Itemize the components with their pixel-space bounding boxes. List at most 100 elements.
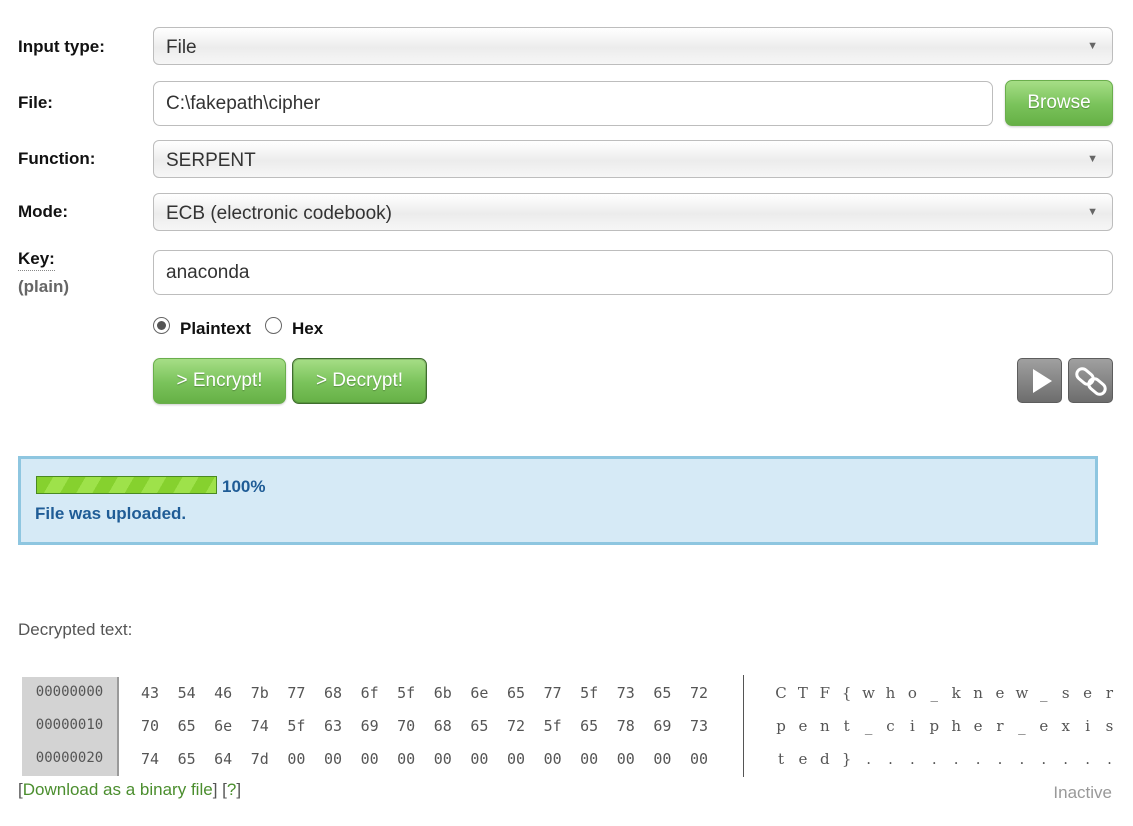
ascii-char: p — [929, 717, 940, 735]
hex-byte: 73 — [689, 717, 709, 735]
ascii-char: C — [775, 684, 787, 702]
decrypted-text-label: Decrypted text: — [18, 620, 133, 639]
dropdown-arrow-icon: ▼ — [1087, 40, 1098, 52]
plaintext-radio[interactable] — [153, 317, 170, 334]
mode-select[interactable]: ECB (electronic codebook) ▼ — [153, 193, 1113, 231]
hex-byte: 65 — [653, 684, 672, 702]
hex-byte: 00 — [360, 750, 379, 768]
ascii-char: { — [841, 684, 852, 702]
encrypt-button[interactable]: > Encrypt! — [153, 358, 286, 404]
hex-byte: 00 — [689, 750, 709, 768]
ascii-char: . — [997, 750, 1003, 768]
ascii-char: e — [798, 717, 808, 735]
hex-radio-label[interactable]: Hex — [292, 319, 323, 339]
ascii-char: s — [1105, 717, 1114, 735]
hex-byte: 72 — [689, 684, 709, 702]
hex-byte: 7d — [250, 750, 269, 768]
hex-byte: 00 — [287, 750, 306, 768]
ascii-char: e — [1083, 684, 1093, 702]
ascii-char: . — [1063, 750, 1069, 768]
hex-byte: 43 — [140, 684, 160, 702]
ascii-char: . — [888, 750, 893, 768]
upload-status-box: 100% File was uploaded. — [18, 456, 1098, 545]
ascii-char: n — [973, 684, 983, 702]
hex-byte: 6e — [470, 684, 489, 702]
hex-byte: 68 — [433, 717, 452, 735]
ascii-char: x — [1061, 717, 1070, 735]
hex-byte: 69 — [360, 717, 379, 735]
hex-byte: 00 — [653, 750, 672, 768]
hex-byte: 6b — [433, 684, 452, 702]
offset-cell: 00000020 — [35, 750, 104, 766]
mid-bracket: ] [ — [212, 780, 227, 799]
ascii-char: h — [885, 684, 896, 702]
ascii-char: . — [910, 750, 915, 768]
hex-byte: 77 — [543, 684, 562, 702]
ascii-char: . — [1085, 750, 1090, 768]
mode-label: Mode: — [18, 202, 69, 221]
browse-button[interactable]: Browse — [1005, 80, 1113, 126]
ascii-char: t — [777, 750, 785, 768]
hex-byte: 00 — [506, 750, 526, 768]
ascii-char: n — [819, 717, 830, 735]
hex-byte: 5f — [580, 684, 599, 702]
progress-fill — [37, 477, 216, 493]
ascii-char: . — [1019, 750, 1025, 768]
ascii-char: w — [862, 684, 876, 702]
ascii-char: h — [951, 717, 962, 735]
hex-byte: 68 — [323, 684, 343, 702]
ascii-char: c — [886, 717, 895, 735]
offset-cell: 00000000 — [35, 684, 104, 700]
offset-cell: 00000010 — [35, 717, 104, 733]
ascii-char: . — [975, 750, 981, 768]
hex-byte: 65 — [506, 684, 526, 702]
download-binary-link[interactable]: Download as a binary file — [23, 780, 213, 799]
ascii-char: e — [973, 717, 983, 735]
ascii-char: . — [866, 750, 871, 768]
ascii-char: p — [776, 717, 786, 735]
hex-byte: 5f — [543, 717, 562, 735]
plaintext-radio-label[interactable]: Plaintext — [180, 319, 251, 339]
decrypt-button[interactable]: > Decrypt! — [292, 358, 427, 404]
link-icon — [1075, 367, 1107, 396]
hex-byte: 69 — [653, 717, 672, 735]
hex-byte: 6e — [214, 717, 233, 735]
help-link[interactable]: ? — [227, 780, 236, 799]
ascii-char: e — [798, 750, 808, 768]
key-input[interactable]: anaconda — [153, 250, 1113, 295]
input-type-select[interactable]: File ▼ — [153, 27, 1113, 65]
hex-radio[interactable] — [265, 317, 282, 334]
download-line: [Download as a binary file] [?] — [18, 780, 241, 800]
file-label: File: — [18, 93, 53, 112]
ascii-char: _ — [864, 717, 873, 735]
ascii-char: i — [909, 717, 915, 735]
offset-column: 00000000 00000010 00000020 — [22, 677, 119, 776]
mode-value: ECB (electronic codebook) — [166, 203, 392, 224]
file-path-field[interactable]: C:\fakepath\cipher — [153, 81, 993, 126]
hex-byte: 73 — [616, 684, 635, 702]
link-button[interactable] — [1068, 358, 1113, 403]
key-label: Key: — [18, 249, 55, 271]
hex-byte: 74 — [250, 717, 269, 735]
hex-byte: 78 — [616, 717, 635, 735]
upload-progress-bar — [36, 476, 217, 494]
play-button[interactable] — [1017, 358, 1062, 403]
ascii-char: r — [996, 717, 1004, 735]
hex-byte: 00 — [616, 750, 635, 768]
ascii-char: . — [931, 750, 937, 768]
hex-byte: 00 — [470, 750, 489, 768]
close-bracket: ] — [236, 780, 242, 799]
hex-byte: 54 — [177, 684, 196, 702]
hex-byte: 00 — [397, 750, 416, 768]
ascii-char: e — [1039, 717, 1049, 735]
ascii-char: w — [1015, 684, 1029, 702]
key-value: anaconda — [166, 262, 250, 283]
ascii-char: d — [819, 750, 830, 768]
hex-ascii-divider — [743, 675, 744, 777]
ascii-char: i — [1085, 717, 1090, 735]
ascii-char: _ — [1040, 684, 1048, 702]
hex-byte: 65 — [470, 717, 489, 735]
hex-byte: 00 — [323, 750, 343, 768]
function-select[interactable]: SERPENT ▼ — [153, 140, 1113, 178]
ascii-char: } — [841, 750, 852, 768]
